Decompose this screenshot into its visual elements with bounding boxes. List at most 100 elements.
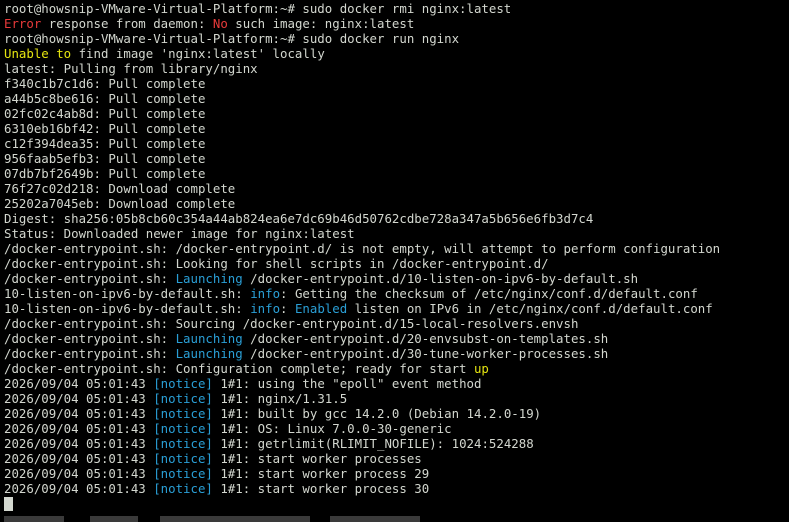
terminal-text: latest: Pulling from library/nginx	[4, 61, 258, 76]
highlighted-text: [notice]	[153, 421, 213, 436]
terminal-text: 1#1: start worker processes	[212, 451, 422, 466]
terminal-text: 2026/09/04 05:01:43	[4, 391, 154, 406]
terminal-text: /docker-entrypoint.sh:	[4, 331, 176, 346]
terminal-text: 1#1: start worker process 30	[212, 481, 430, 496]
terminal-text: : Getting the checksum of /etc/nginx/con…	[280, 286, 698, 301]
terminal-line: 956faab5efb3: Pull complete	[4, 151, 789, 166]
terminal-text: 2026/09/04 05:01:43	[4, 376, 154, 391]
terminal-text: 1#1: using the "epoll" event method	[212, 376, 482, 391]
terminal-line: 6310eb16bf42: Pull complete	[4, 121, 789, 136]
terminal-text: 1#1: OS: Linux 7.0.0-30-generic	[212, 421, 452, 436]
highlighted-text: up	[473, 361, 489, 376]
terminal-text: 2026/09/04 05:01:43	[4, 406, 154, 421]
terminal-text: such image: nginx:latest	[227, 16, 415, 31]
terminal-line: /docker-entrypoint.sh: Launching /docker…	[4, 331, 789, 346]
highlighted-text: [notice]	[153, 466, 213, 481]
terminal-line: Status: Downloaded newer image for nginx…	[4, 226, 789, 241]
terminal-text: /docker-entrypoint.d/20-envsubst-on-temp…	[242, 331, 609, 346]
terminal-text: response from daemon:	[41, 16, 213, 31]
highlighted-text: [notice]	[153, 406, 213, 421]
terminal-text: 1#1: built by gcc 14.2.0 (Debian 14.2.0-…	[212, 406, 542, 421]
highlighted-text: Launching	[175, 271, 243, 286]
terminal-text: 2026/09/04 05:01:43	[4, 421, 154, 436]
terminal-text: 956faab5efb3: Pull complete	[4, 151, 206, 166]
terminal-text: 10-listen-on-ipv6-by-default.sh:	[4, 301, 251, 316]
terminal-line: 10-listen-on-ipv6-by-default.sh: info: G…	[4, 286, 789, 301]
terminal-text: /docker-entrypoint.sh: Configuration com…	[4, 361, 474, 376]
terminal-text: /docker-entrypoint.sh: Looking for shell…	[4, 256, 549, 271]
highlighted-text: Launching	[175, 346, 243, 361]
terminal-line: /docker-entrypoint.sh: Configuration com…	[4, 361, 789, 376]
terminal-output: root@howsnip-VMware-Virtual-Platform:~# …	[4, 1, 789, 496]
terminal-line: Unable to find image 'nginx:latest' loca…	[4, 46, 789, 61]
highlighted-text: [notice]	[153, 391, 213, 406]
terminal-text: 2026/09/04 05:01:43	[4, 436, 154, 451]
terminal-line: 2026/09/04 05:01:43 [notice] 1#1: OS: Li…	[4, 421, 789, 436]
terminal-text: 07db7bf2649b: Pull complete	[4, 166, 206, 181]
terminal-text: 1#1: nginx/1.31.5	[212, 391, 348, 406]
terminal-text: /docker-entrypoint.sh: Sourcing /docker-…	[4, 316, 579, 331]
terminal-text: a44b5c8be616: Pull complete	[4, 91, 206, 106]
highlighted-text: info	[250, 286, 281, 301]
terminal-bottom-edge	[0, 516, 789, 522]
terminal-line: root@howsnip-VMware-Virtual-Platform:~# …	[4, 31, 789, 46]
terminal-line: 2026/09/04 05:01:43 [notice] 1#1: built …	[4, 406, 789, 421]
terminal-line: 10-listen-on-ipv6-by-default.sh: info: E…	[4, 301, 789, 316]
terminal-line: latest: Pulling from library/nginx	[4, 61, 789, 76]
terminal-line: 25202a7045eb: Download complete	[4, 196, 789, 211]
terminal-line: Error response from daemon: No such imag…	[4, 16, 789, 31]
highlighted-text: [notice]	[153, 451, 213, 466]
highlighted-text: info	[250, 301, 281, 316]
terminal-line: /docker-entrypoint.sh: /docker-entrypoin…	[4, 241, 789, 256]
highlighted-text: No	[212, 16, 228, 31]
terminal-text: 2026/09/04 05:01:43	[4, 451, 154, 466]
highlighted-text: Enabled	[294, 301, 348, 316]
terminal-text: find image 'nginx:latest' locally	[71, 46, 325, 61]
terminal-text: Digest: sha256:05b8cb60c354a44ab824ea6e7…	[4, 211, 594, 226]
terminal-text: 10-listen-on-ipv6-by-default.sh:	[4, 286, 251, 301]
terminal-line: 2026/09/04 05:01:43 [notice] 1#1: nginx/…	[4, 391, 789, 406]
terminal-line: Digest: sha256:05b8cb60c354a44ab824ea6e7…	[4, 211, 789, 226]
terminal-line: 2026/09/04 05:01:43 [notice] 1#1: start …	[4, 451, 789, 466]
terminal-text: 02fc02c4ab8d: Pull complete	[4, 106, 206, 121]
terminal-line: root@howsnip-VMware-Virtual-Platform:~# …	[4, 1, 789, 16]
terminal-line: 2026/09/04 05:01:43 [notice] 1#1: using …	[4, 376, 789, 391]
terminal-text: root@howsnip-VMware-Virtual-Platform:~# …	[4, 1, 512, 16]
terminal-line: 07db7bf2649b: Pull complete	[4, 166, 789, 181]
terminal-text: :	[280, 301, 295, 316]
terminal-line: 2026/09/04 05:01:43 [notice] 1#1: start …	[4, 481, 789, 496]
terminal-text: /docker-entrypoint.sh: /docker-entrypoin…	[4, 241, 721, 256]
highlighted-text: [notice]	[153, 481, 213, 496]
terminal-line: 02fc02c4ab8d: Pull complete	[4, 106, 789, 121]
highlighted-text: [notice]	[153, 376, 213, 391]
highlighted-text: Error	[4, 16, 42, 31]
terminal-cursor	[4, 497, 13, 511]
terminal-text: 1#1: getrlimit(RLIMIT_NOFILE): 1024:5242…	[212, 436, 534, 451]
terminal-text: /docker-entrypoint.d/30-tune-worker-proc…	[242, 346, 609, 361]
terminal-text: /docker-entrypoint.sh:	[4, 271, 176, 286]
terminal-text: /docker-entrypoint.d/10-listen-on-ipv6-b…	[242, 271, 639, 286]
highlighted-text: Launching	[175, 331, 243, 346]
terminal-text: c12f394dea35: Pull complete	[4, 136, 206, 151]
terminal-line: 2026/09/04 05:01:43 [notice] 1#1: getrli…	[4, 436, 789, 451]
terminal-text: 6310eb16bf42: Pull complete	[4, 121, 206, 136]
terminal-window[interactable]: root@howsnip-VMware-Virtual-Platform:~# …	[0, 0, 789, 522]
terminal-line: /docker-entrypoint.sh: Launching /docker…	[4, 271, 789, 286]
terminal-line: /docker-entrypoint.sh: Sourcing /docker-…	[4, 316, 789, 331]
terminal-text: 25202a7045eb: Download complete	[4, 196, 236, 211]
terminal-line: a44b5c8be616: Pull complete	[4, 91, 789, 106]
terminal-line: c12f394dea35: Pull complete	[4, 136, 789, 151]
terminal-line: /docker-entrypoint.sh: Launching /docker…	[4, 346, 789, 361]
terminal-text: 2026/09/04 05:01:43	[4, 466, 154, 481]
terminal-text: 1#1: start worker process 29	[212, 466, 430, 481]
terminal-text: Status: Downloaded newer image for nginx…	[4, 226, 355, 241]
terminal-line: f340c1b7c1d6: Pull complete	[4, 76, 789, 91]
terminal-text: 76f27c02d218: Download complete	[4, 181, 236, 196]
terminal-text: listen on IPv6 in /etc/nginx/conf.d/defa…	[347, 301, 713, 316]
terminal-text: 2026/09/04 05:01:43	[4, 481, 154, 496]
terminal-text: /docker-entrypoint.sh:	[4, 346, 176, 361]
terminal-line: 2026/09/04 05:01:43 [notice] 1#1: start …	[4, 466, 789, 481]
terminal-text: f340c1b7c1d6: Pull complete	[4, 76, 206, 91]
highlighted-text: Unable to	[4, 46, 72, 61]
terminal-text: root@howsnip-VMware-Virtual-Platform:~# …	[4, 31, 460, 46]
